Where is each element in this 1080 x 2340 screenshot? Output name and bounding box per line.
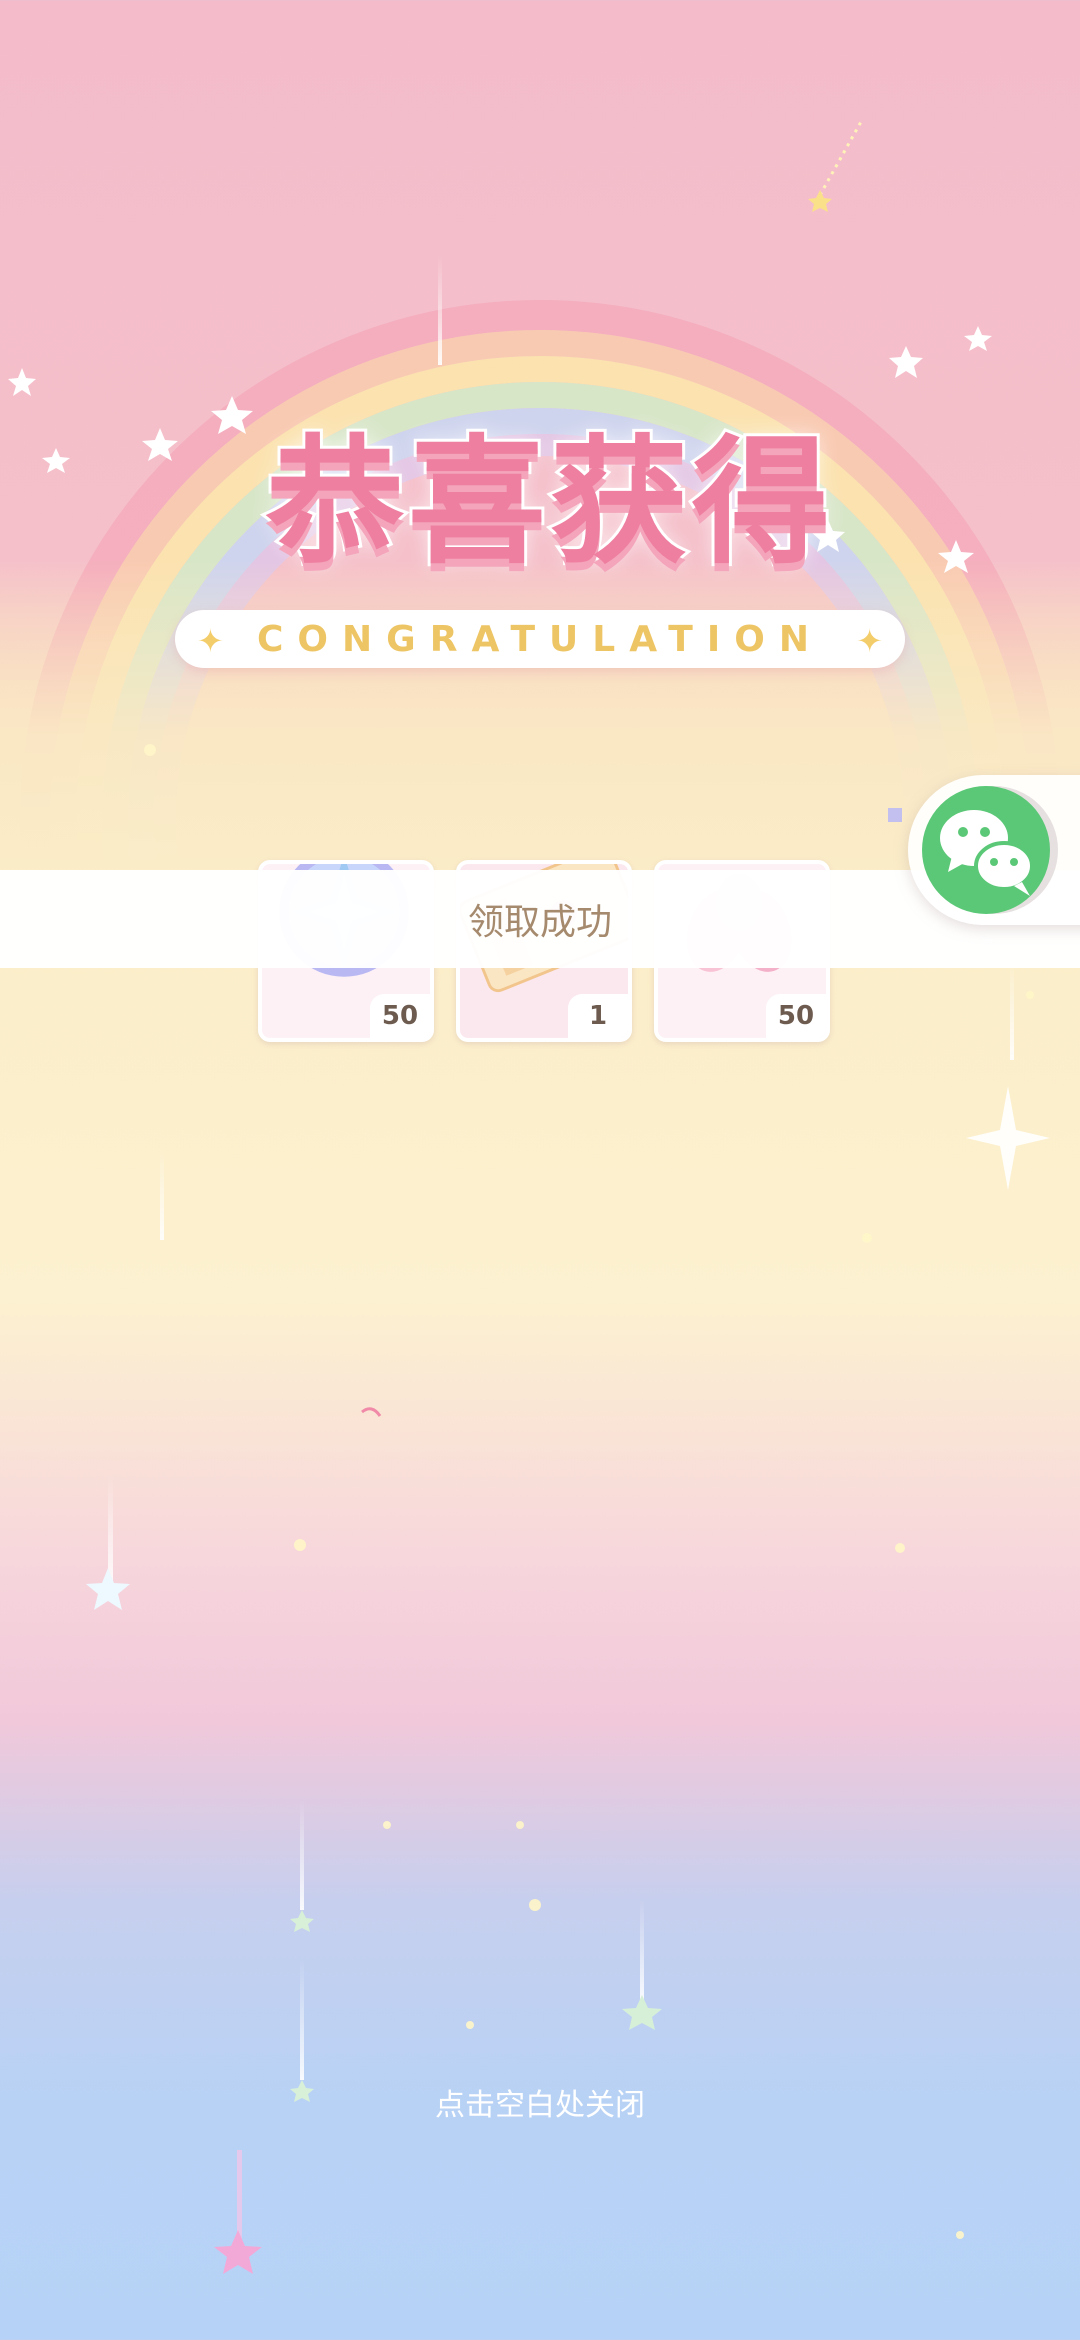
reward-count: 50 <box>370 994 430 1038</box>
star-icon <box>938 540 974 573</box>
star-icon <box>142 428 178 461</box>
wechat-icon <box>922 786 1050 914</box>
subtitle-banner: ✦ CONGRATULATION ✦ <box>175 610 905 668</box>
sparkle-icon: ✦ <box>856 622 883 660</box>
subtitle-text: CONGRATULATION <box>257 618 823 660</box>
star-icon <box>42 448 70 473</box>
reward-count: 1 <box>568 994 628 1038</box>
background[interactable] <box>0 0 1080 2340</box>
star-icon <box>964 326 992 351</box>
close-hint[interactable]: 点击空白处关闭 <box>0 2080 1080 2124</box>
toast-message: 领取成功 <box>467 902 612 943</box>
reward-count: 50 <box>766 994 826 1038</box>
star-icon <box>8 368 36 396</box>
star-icon <box>889 346 923 378</box>
congratulations-title: 恭喜获得 <box>230 408 870 598</box>
star-icon <box>966 1086 1050 1190</box>
decorative-stars <box>8 119 1050 2274</box>
sparkle-icon: ✦ <box>197 622 224 660</box>
wechat-share-button[interactable] <box>908 775 1080 925</box>
title-text: 恭喜获得 <box>263 419 834 586</box>
